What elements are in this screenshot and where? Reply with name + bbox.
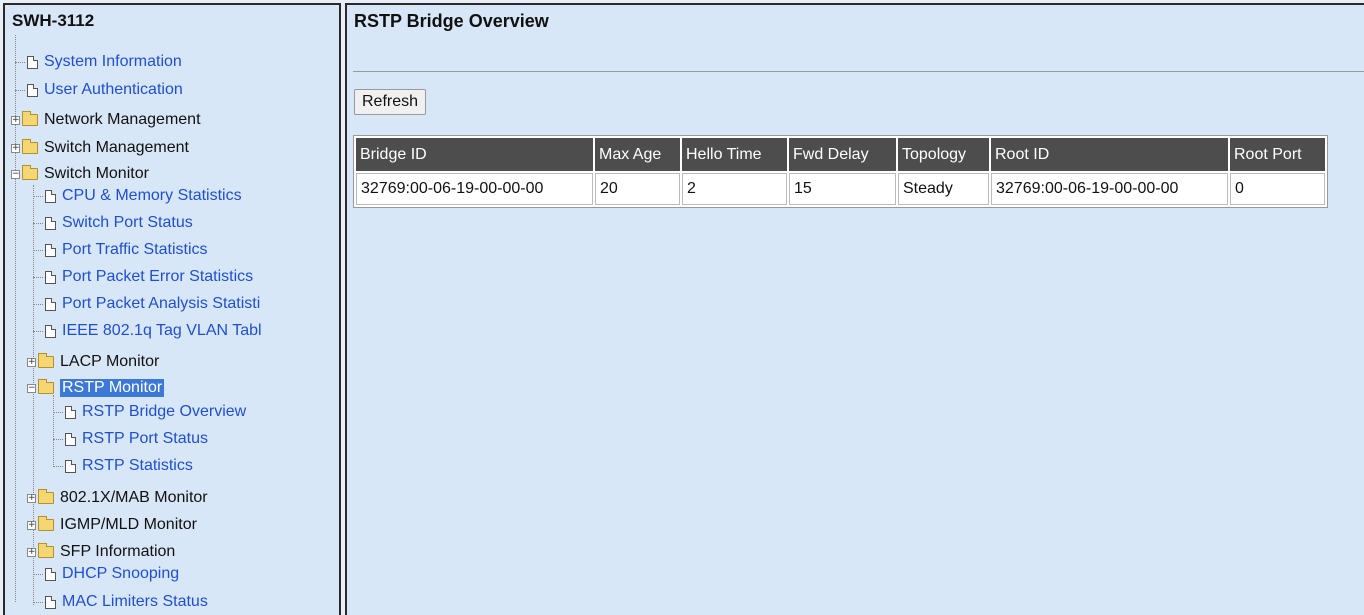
cell-hello-time: 2 — [682, 173, 787, 205]
tree-item-label[interactable]: IGMP/MLD Monitor — [60, 516, 197, 534]
tree-item-port-traffic-statistics[interactable]: Port Traffic Statistics — [33, 239, 208, 261]
page-icon — [45, 297, 56, 311]
tree-item-label[interactable]: DHCP Snooping — [62, 565, 179, 583]
page-icon — [45, 189, 56, 203]
tree-item-label[interactable]: RSTP Port Status — [82, 430, 208, 448]
tree-folder-rstp-monitor[interactable]: − RSTP Monitor — [27, 377, 165, 399]
tree-item-label[interactable]: SFP Information — [60, 543, 175, 561]
tree-folder-network-management[interactable]: + Network Management — [11, 109, 201, 131]
folder-icon — [38, 353, 54, 368]
expand-icon[interactable]: + — [27, 493, 36, 503]
title-divider — [353, 71, 1364, 72]
tree-item-label[interactable]: Port Traffic Statistics — [62, 241, 208, 259]
expand-icon[interactable]: + — [27, 357, 36, 367]
rstp-bridge-table: Bridge ID Max Age Hello Time Fwd Delay T… — [353, 135, 1328, 208]
col-header-bridge-id: Bridge ID — [356, 138, 593, 171]
cell-fwd-delay: 15 — [789, 173, 896, 205]
tree-item-label[interactable]: CPU & Memory Statistics — [62, 187, 242, 205]
tree-item-label[interactable]: 802.1X/MAB Monitor — [60, 489, 208, 507]
tree-item-label[interactable]: Network Management — [44, 111, 201, 129]
tree-item-rstp-bridge-overview[interactable]: RSTP Bridge Overview — [53, 401, 246, 423]
page-icon — [45, 595, 56, 609]
col-header-hello-time: Hello Time — [682, 138, 787, 171]
tree-folder-igmp-mld-monitor[interactable]: + IGMP/MLD Monitor — [27, 514, 197, 536]
cell-topology: Steady — [898, 173, 989, 205]
page-icon — [65, 432, 76, 446]
tree-item-label[interactable]: Switch Port Status — [62, 214, 193, 232]
folder-icon — [38, 543, 54, 558]
cell-root-id: 32769:00-06-19-00-00-00 — [991, 173, 1228, 205]
folder-icon — [22, 111, 38, 126]
collapse-icon[interactable]: − — [11, 169, 20, 179]
page-icon — [45, 243, 56, 257]
open-folder-icon — [22, 165, 38, 180]
tree-item-label[interactable]: System Information — [44, 53, 182, 71]
tree-item-rstp-port-status[interactable]: RSTP Port Status — [53, 428, 208, 450]
expand-icon[interactable]: + — [27, 520, 36, 530]
folder-icon — [38, 516, 54, 531]
page-icon — [65, 405, 76, 419]
expand-icon[interactable]: + — [11, 143, 20, 153]
cell-max-age: 20 — [595, 173, 680, 205]
tree-item-label[interactable]: LACP Monitor — [60, 353, 159, 371]
col-header-root-id: Root ID — [991, 138, 1228, 171]
tree-item-label[interactable]: Switch Monitor — [44, 165, 149, 183]
refresh-button[interactable]: Refresh — [354, 89, 427, 115]
tree-item-label-selected[interactable]: RSTP Monitor — [60, 379, 165, 397]
folder-icon — [22, 139, 38, 154]
tree-item-switch-port-status[interactable]: Switch Port Status — [33, 212, 193, 234]
page-icon — [27, 55, 38, 69]
tree-item-system-information[interactable]: System Information — [15, 51, 182, 73]
page-icon — [45, 216, 56, 230]
tree-item-user-authentication[interactable]: User Authentication — [15, 79, 183, 101]
collapse-icon[interactable]: − — [27, 383, 36, 393]
tree-item-cpu-memory-statistics[interactable]: CPU & Memory Statistics — [33, 185, 242, 207]
page-title: RSTP Bridge Overview — [354, 11, 549, 31]
tree-item-label[interactable]: Port Packet Error Statistics — [62, 268, 253, 286]
tree-item-label[interactable]: Switch Management — [44, 139, 189, 157]
tree-item-port-packet-analysis-statistics[interactable]: Port Packet Analysis Statisti — [33, 293, 260, 315]
tree-folder-8021x-mab-monitor[interactable]: + 802.1X/MAB Monitor — [27, 487, 208, 509]
tree-folder-lacp-monitor[interactable]: + LACP Monitor — [27, 351, 159, 373]
expand-icon[interactable]: + — [11, 115, 20, 125]
tree-item-mac-limiters-status[interactable]: MAC Limiters Status — [33, 591, 208, 613]
open-folder-icon — [38, 379, 54, 394]
page-icon — [45, 567, 56, 581]
tree-item-rstp-statistics[interactable]: RSTP Statistics — [53, 455, 193, 477]
table-row: 32769:00-06-19-00-00-00 20 2 15 Steady 3… — [356, 173, 1325, 205]
tree-item-label[interactable]: RSTP Statistics — [82, 457, 193, 475]
cell-bridge-id: 32769:00-06-19-00-00-00 — [356, 173, 593, 205]
tree-item-label[interactable]: Port Packet Analysis Statisti — [62, 295, 260, 313]
tree-item-dhcp-snooping[interactable]: DHCP Snooping — [33, 563, 179, 585]
col-header-max-age: Max Age — [595, 138, 680, 171]
tree-item-label[interactable]: User Authentication — [44, 81, 183, 99]
page-icon — [65, 459, 76, 473]
tree-item-label[interactable]: RSTP Bridge Overview — [82, 403, 246, 421]
tree-item-ieee-8021q-tag-vlan-table[interactable]: IEEE 802.1q Tag VLAN Tabl — [33, 320, 262, 342]
tree-folder-switch-monitor[interactable]: − Switch Monitor — [11, 163, 149, 185]
tree-item-label[interactable]: MAC Limiters Status — [62, 593, 208, 611]
page-icon — [45, 270, 56, 284]
navigation-tree: SWH-3112 System Information User Authent… — [3, 3, 341, 615]
tree-folder-sfp-information[interactable]: + SFP Information — [27, 541, 175, 563]
tree-item-port-packet-error-statistics[interactable]: Port Packet Error Statistics — [33, 266, 253, 288]
page-icon — [27, 83, 38, 97]
col-header-root-port: Root Port — [1230, 138, 1325, 171]
col-header-topology: Topology — [898, 138, 989, 171]
device-title: SWH-3112 — [12, 11, 95, 30]
table-header-row: Bridge ID Max Age Hello Time Fwd Delay T… — [356, 138, 1325, 171]
folder-icon — [38, 489, 54, 504]
page-icon — [45, 324, 56, 338]
tree-item-label[interactable]: IEEE 802.1q Tag VLAN Tabl — [62, 322, 262, 340]
expand-icon[interactable]: + — [27, 547, 36, 557]
col-header-fwd-delay: Fwd Delay — [789, 138, 896, 171]
tree-folder-switch-management[interactable]: + Switch Management — [11, 137, 189, 159]
cell-root-port: 0 — [1230, 173, 1325, 205]
main-content: RSTP Bridge Overview Refresh Bridge ID M… — [345, 3, 1364, 615]
